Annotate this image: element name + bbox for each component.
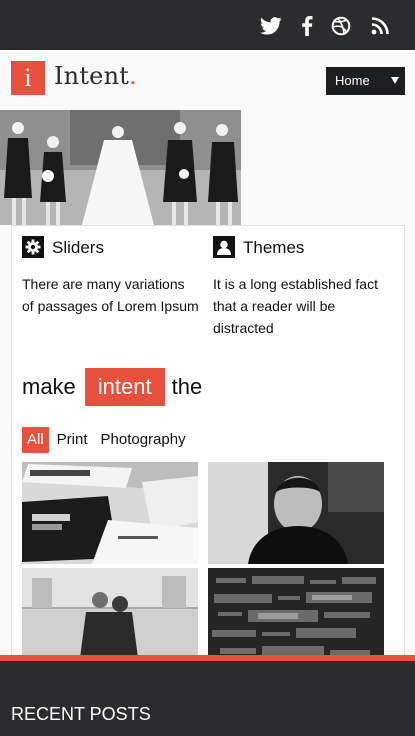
site-logo[interactable]: Intent. [54, 62, 137, 90]
filter-all[interactable]: All [22, 427, 49, 453]
hero-slider-image[interactable] [0, 110, 241, 225]
business-cards-photo[interactable] [22, 462, 198, 564]
portrait-photo[interactable] [208, 462, 384, 564]
portfolio-filters: All Print Photography [22, 427, 194, 453]
tagline-after: the [171, 374, 203, 399]
rss-icon[interactable] [367, 13, 393, 39]
logo-badge[interactable]: i [11, 61, 45, 95]
dribbble-icon[interactable] [328, 13, 354, 39]
feature-text-themes: It is a long established fact that a rea… [213, 276, 378, 336]
features-card: Sliders There are many variations of pas… [11, 225, 405, 686]
feature-title-themes: Themes [243, 238, 305, 257]
site-header: i Intent. Home [0, 50, 415, 110]
footer: RECENT POSTS [0, 661, 415, 736]
filter-print[interactable]: Print [52, 427, 93, 453]
tagline: make intent the [22, 368, 202, 406]
user-icon [213, 236, 235, 258]
filter-photography[interactable]: Photography [96, 427, 191, 453]
page: i Intent. Home Sliders There are many va… [0, 0, 415, 736]
logo-dot: . [129, 62, 137, 90]
tagline-before: make [22, 374, 76, 399]
logo-text: Intent [54, 62, 130, 90]
gear-icon [22, 236, 44, 258]
facebook-icon[interactable] [294, 13, 320, 39]
feature-title-sliders: Sliders [52, 238, 104, 257]
twitter-icon[interactable] [258, 13, 284, 39]
footer-heading: RECENT POSTS [11, 704, 151, 724]
nav-selected-label: Home [335, 73, 370, 88]
social-bar [0, 0, 415, 50]
tagline-highlight: intent [84, 368, 165, 406]
nav-dropdown[interactable]: Home [326, 67, 405, 95]
chevron-down-icon [391, 77, 399, 84]
feature-text-sliders: There are many variations of passages of… [22, 276, 199, 314]
